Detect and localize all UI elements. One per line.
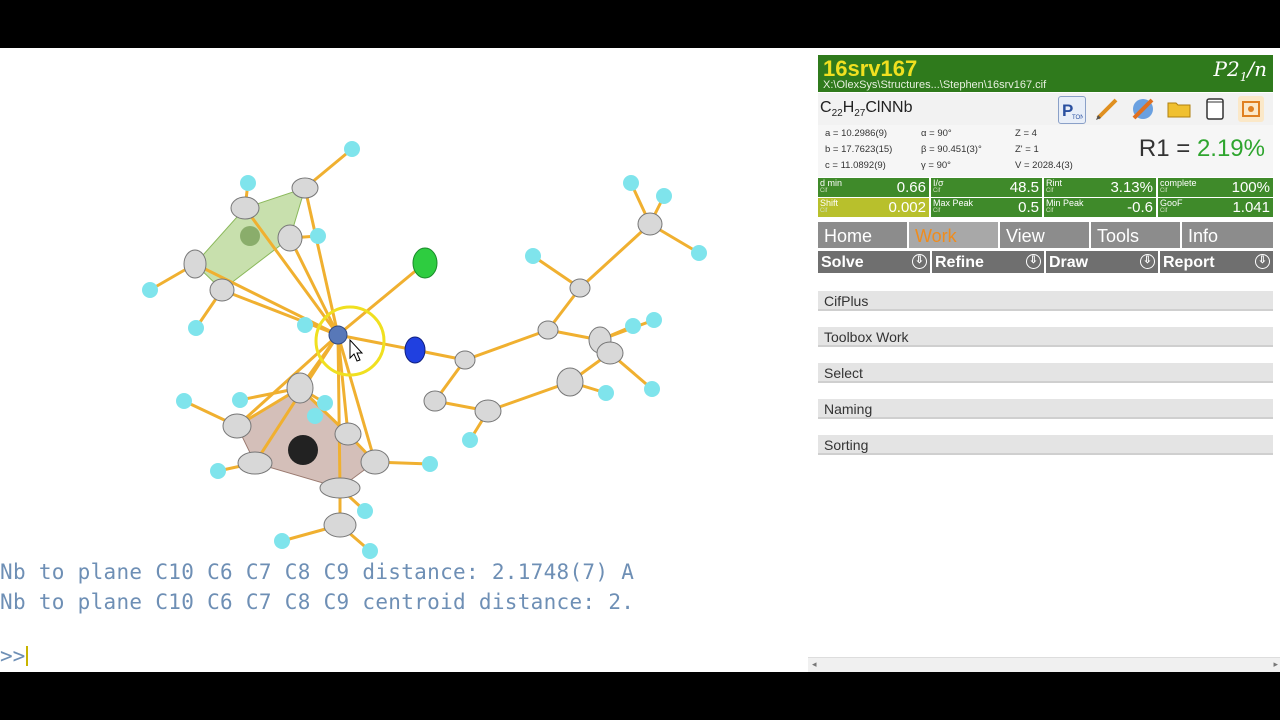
section-select[interactable]: Select (818, 363, 1273, 383)
unit-cell-box: a = 10.2986(9) b = 17.7623(15) c = 11.08… (818, 125, 1273, 177)
section-cifplus[interactable]: CifPlus (818, 291, 1273, 311)
stat-goof[interactable]: GooF Cif 1.041 (1158, 198, 1273, 217)
space-group[interactable]: P21/n (1214, 57, 1267, 84)
cell-beta: β = 90.451(3)° (921, 144, 982, 155)
expand-arrow-icon: ⇩ (1140, 254, 1155, 269)
cp-centroid (240, 226, 260, 246)
section-naming[interactable]: Naming (818, 399, 1273, 419)
svg-text:TON: TON (1072, 115, 1083, 121)
r1-value: R1 = 2.19% (1138, 135, 1265, 162)
stat-complete[interactable]: complete Cif 100% (1158, 178, 1273, 197)
formula-row: C22H27ClNNb P TON (818, 93, 1273, 125)
nitrogen-atom (404, 336, 426, 364)
main-tabs: Home Work View Tools Info (818, 222, 1273, 248)
subtab-draw[interactable]: Draw ⇩ (1046, 251, 1158, 273)
work-subtabs: Solve ⇩ Refine ⇩ Draw ⇩ Report ⇩ (818, 251, 1273, 273)
folder-icon[interactable] (1166, 96, 1192, 122)
pencil-icon[interactable] (1094, 96, 1120, 122)
scroll-left-icon[interactable]: ◂ (812, 660, 817, 670)
stat-max-peak[interactable]: Max Peak Cif 0.5 (931, 198, 1042, 217)
molecule-view[interactable] (0, 48, 808, 568)
cell-volume: V = 2028.4(3) (1015, 160, 1073, 171)
notepad-icon[interactable] (1202, 96, 1228, 122)
console-output-line: Nb to plane C10 C6 C7 C8 C9 distance: 2.… (0, 560, 635, 584)
cell-a: a = 10.2986(9) (825, 128, 888, 139)
structure-header: 16srv167 X:\OlexSys\Structures...\Stephe… (818, 55, 1273, 92)
subtab-report[interactable]: Report ⇩ (1160, 251, 1273, 273)
expand-arrow-icon: ⇩ (1255, 254, 1270, 269)
expand-arrow-icon: ⇩ (912, 254, 927, 269)
tab-work[interactable]: Work (909, 222, 998, 248)
cell-gamma: γ = 90° (921, 160, 951, 171)
screenshot-icon[interactable] (1238, 96, 1264, 122)
section-sorting[interactable]: Sorting (818, 435, 1273, 455)
stat-dmin[interactable]: d min Cif 0.66 (818, 178, 929, 197)
stat-min-peak[interactable]: Min Peak Cif -0.6 (1044, 198, 1156, 217)
text-cursor (26, 646, 29, 666)
stat-rint[interactable]: Rint Cif 3.13% (1044, 178, 1156, 197)
cell-zprime: Z' = 1 (1015, 144, 1039, 155)
tab-info[interactable]: Info (1182, 222, 1273, 248)
expand-arrow-icon: ⇩ (1026, 254, 1041, 269)
control-panel: 16srv167 X:\OlexSys\Structures...\Stephe… (808, 48, 1280, 672)
cell-b: b = 17.7623(15) (825, 144, 893, 155)
chemical-formula[interactable]: C22H27ClNNb (820, 99, 913, 119)
olex2-window: Nb to plane C10 C6 C7 C8 C9 distance: 2.… (0, 48, 1280, 672)
chlorine-atom (412, 247, 438, 279)
subtab-solve[interactable]: Solve ⇩ (818, 251, 930, 273)
stat-i-sigma[interactable]: I/σ Cif 48.5 (931, 178, 1042, 197)
console-output-line: Nb to plane C10 C6 C7 C8 C9 centroid dis… (0, 590, 635, 614)
cell-c: c = 11.0892(9) (825, 160, 886, 171)
command-prompt[interactable]: >> (0, 644, 29, 668)
structure-viewport[interactable]: Nb to plane C10 C6 C7 C8 C9 distance: 2.… (0, 48, 808, 672)
prompt-symbol: >> (0, 644, 26, 668)
cell-alpha: α = 90° (921, 128, 952, 139)
tab-tools[interactable]: Tools (1091, 222, 1180, 248)
file-path[interactable]: X:\OlexSys\Structures...\Stephen\16srv16… (823, 79, 1046, 91)
cell-z: Z = 4 (1015, 128, 1037, 139)
mouse-cursor (349, 338, 364, 362)
section-toolbox-work[interactable]: Toolbox Work (818, 327, 1273, 347)
tab-view[interactable]: View (1000, 222, 1089, 248)
scroll-right-icon[interactable]: ▸ (1273, 660, 1278, 670)
niobium-atom (328, 325, 348, 345)
tab-home[interactable]: Home (818, 222, 907, 248)
subtab-refine[interactable]: Refine ⇩ (932, 251, 1044, 273)
piton-icon[interactable]: P TON (1058, 96, 1086, 124)
horizontal-scrollbar[interactable]: ◂ ▸ (808, 657, 1280, 672)
stat-shift[interactable]: Shift Cif 0.002 (818, 198, 929, 217)
aryl-centroid (288, 435, 318, 465)
wrench-icon[interactable] (1130, 96, 1156, 122)
